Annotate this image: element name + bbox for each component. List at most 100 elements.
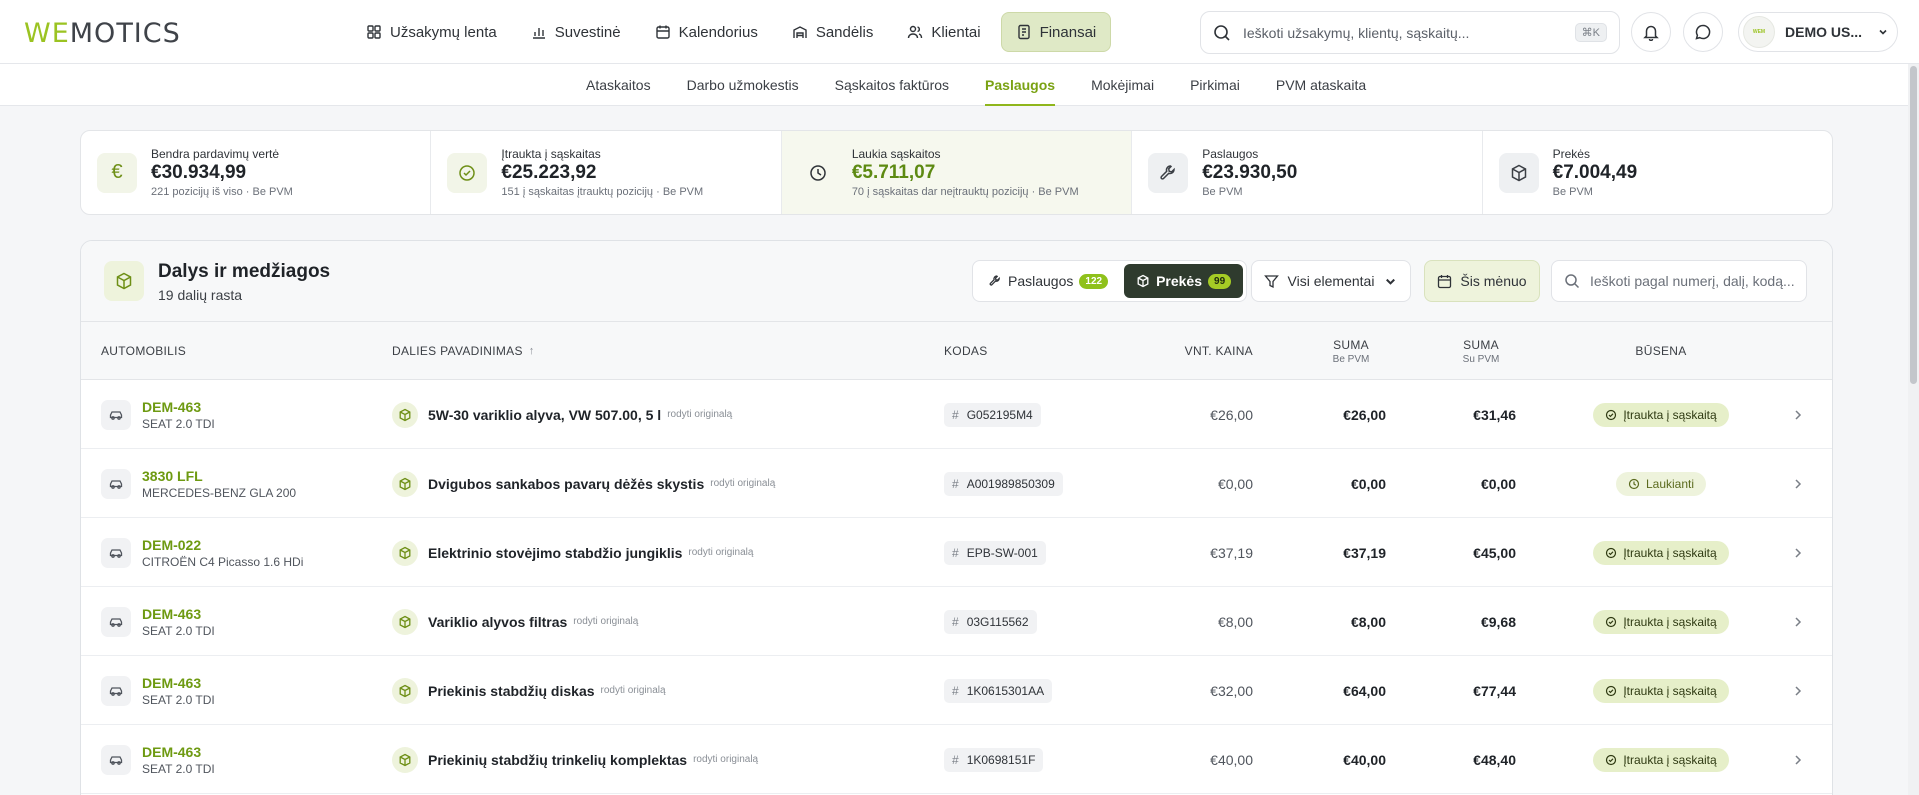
nav-item-summary[interactable]: Suvestinė: [517, 12, 635, 52]
show-original-link[interactable]: rodyti originalą: [601, 685, 666, 696]
row-open[interactable]: [1791, 449, 1805, 518]
status-label: Įtraukta į sąskaitą: [1623, 752, 1717, 767]
stat-subtext: 221 pozicijų iš viso · Be PVM: [151, 186, 293, 198]
unit-price-cell: €40,00: [1081, 725, 1253, 794]
global-search[interactable]: ⌘K: [1200, 11, 1620, 54]
filter-dropdown[interactable]: Visi elementai: [1251, 260, 1411, 302]
show-original-link[interactable]: rodyti originalą: [710, 478, 775, 489]
stat-value: €7.004,49: [1552, 162, 1638, 183]
row-open[interactable]: [1791, 587, 1805, 656]
subnav-payments[interactable]: Mokėjimai: [1073, 64, 1172, 106]
row-open[interactable]: [1791, 656, 1805, 725]
nav-item-warehouse[interactable]: Sandėlis: [778, 12, 888, 52]
col-code[interactable]: Kodas: [944, 322, 988, 380]
receipt-icon: [1016, 24, 1032, 40]
col-sum-net[interactable]: Suma Be PVM: [1321, 322, 1381, 380]
search-icon: [1214, 24, 1230, 41]
code-chip: # A001989850309: [944, 471, 1063, 496]
check-circle-icon: [1606, 754, 1617, 765]
parts-search[interactable]: [1551, 260, 1807, 302]
plate-link[interactable]: DEM-463: [142, 399, 215, 415]
toggle-goods[interactable]: Prekės 99: [1124, 264, 1244, 298]
table-row[interactable]: DEM-463 SEAT 2.0 TDI 5W-30 variklio alyva,…: [81, 380, 1832, 449]
toggle-services[interactable]: Paslaugos 122: [976, 264, 1120, 298]
subnav-invoices[interactable]: Sąskaitos faktūros: [817, 64, 967, 106]
col-car[interactable]: Automobilis: [101, 322, 186, 380]
part-cell: 5W-30 variklio alyva, VW 507.00, 5 l rody…: [392, 380, 732, 449]
col-unit-price[interactable]: Vnt. kaina: [1081, 322, 1253, 380]
show-original-link[interactable]: rodyti originalą: [693, 754, 758, 765]
show-original-link[interactable]: rodyti originalą: [688, 547, 753, 558]
col-status[interactable]: Būsena: [1601, 322, 1721, 380]
plate-link[interactable]: 3830 LFL: [142, 468, 296, 484]
stat-subtext: 70 į sąskaitas dar neįtrauktų pozicijų ·…: [851, 186, 1079, 198]
period-button[interactable]: Šis mėnuo: [1424, 260, 1540, 302]
code-cell: # EPB-SW-001: [944, 518, 1046, 587]
subnav-purchases[interactable]: Pirkimai: [1172, 64, 1258, 106]
avatar: WEM: [1743, 16, 1775, 48]
chevron-right-icon: [1795, 409, 1802, 420]
check-circle-icon: [1606, 547, 1617, 558]
car-icon: [101, 399, 131, 430]
top-navbar: WEMOTICS Užsakymų lenta Suvestinė Kalend…: [0, 0, 1919, 64]
user-menu[interactable]: WEM DEMO US...: [1738, 12, 1898, 52]
code-chip: #1K0698151F: [944, 747, 1044, 772]
subnav-services[interactable]: Paslaugos: [967, 64, 1073, 106]
brand-logo[interactable]: WEMOTICS: [24, 18, 181, 49]
row-open[interactable]: [1791, 380, 1805, 449]
chevron-right-icon: [1795, 685, 1802, 696]
search-input[interactable]: [1243, 24, 1563, 41]
sort-up-icon: ↑: [528, 345, 535, 357]
messages-button[interactable]: [1683, 12, 1723, 52]
box-icon: [392, 401, 418, 428]
part-code: EPB-SW-001: [966, 545, 1038, 560]
table-row[interactable]: DEM-022 CITROËN C4 Picasso 1.6 HDi Elektri…: [81, 518, 1832, 587]
subnav-vat-report[interactable]: PVM ataskaita: [1258, 64, 1384, 106]
scrollbar-thumb[interactable]: [1910, 66, 1917, 384]
main-nav: Užsakymų lenta Suvestinė Kalendorius San…: [352, 12, 1112, 52]
count-badge: 122: [1079, 273, 1109, 289]
part-code: A001989850309: [966, 476, 1055, 491]
parts-search-input[interactable]: [1590, 273, 1794, 289]
sum-net: €0,00: [1350, 475, 1386, 492]
subnav-reports[interactable]: Ataskaitos: [568, 64, 669, 106]
car-model: SEAT 2.0 TDI: [142, 761, 215, 776]
panel-header: Dalys ir medžiagos 19 dalių rasta Paslau…: [81, 241, 1832, 322]
nav-item-finance[interactable]: Finansai: [1000, 12, 1112, 52]
table-row[interactable]: 3830 LFL MERCEDES-BENZ GLA 200 Dvigubos sa…: [81, 449, 1832, 518]
box-icon: [392, 677, 418, 704]
filter-icon: [1263, 274, 1279, 288]
car-model: SEAT 2.0 TDI: [142, 623, 215, 638]
car-icon: [101, 537, 131, 568]
sum-gross: €0,00: [1480, 475, 1516, 492]
col-sum-gross[interactable]: Suma Su PVM: [1451, 322, 1511, 380]
plate-link[interactable]: DEM-022: [142, 537, 303, 553]
box-icon: [392, 608, 418, 635]
row-open[interactable]: [1791, 725, 1805, 794]
table-row[interactable]: DEM-463 SEAT 2.0 TDI Variklio alyvos filtr…: [81, 587, 1832, 656]
nav-item-clients[interactable]: Klientai: [893, 12, 994, 52]
row-open[interactable]: [1791, 518, 1805, 587]
plate-link[interactable]: DEM-463: [142, 675, 215, 691]
stat-value: €23.930,50: [1202, 162, 1298, 183]
status-cell: Įtraukta į sąskaitą: [1581, 380, 1741, 449]
table-row[interactable]: DEM-463 SEAT 2.0 TDI Priekinių stabdžių tr…: [81, 725, 1832, 794]
show-original-link[interactable]: rodyti originalą: [573, 616, 638, 627]
nav-item-order-board[interactable]: Užsakymų lenta: [352, 12, 511, 52]
plate-link[interactable]: DEM-463: [142, 744, 215, 760]
col-label: Kodas: [944, 344, 988, 358]
status-cell: Laukianti: [1581, 449, 1741, 518]
plate-link[interactable]: DEM-463: [142, 606, 215, 622]
status-label: Įtraukta į sąskaitą: [1623, 683, 1717, 698]
notifications-button[interactable]: [1631, 12, 1671, 52]
status-cell: Įtraukta į sąskaitą: [1581, 518, 1741, 587]
subnav-payroll[interactable]: Darbo užmokestis: [669, 64, 817, 106]
car-cell: DEM-463 SEAT 2.0 TDI: [101, 587, 215, 656]
table-row[interactable]: DEM-463 SEAT 2.0 TDI Priekinis stabdžių di…: [81, 656, 1832, 725]
col-part[interactable]: Dalies pavadinimas ↑: [392, 322, 535, 380]
nav-item-calendar[interactable]: Kalendorius: [641, 12, 772, 52]
box-icon: [392, 539, 418, 566]
show-original-link[interactable]: rodyti originalą: [667, 409, 732, 420]
col-label: Suma: [1333, 337, 1369, 352]
unit-price: €8,00: [1217, 613, 1253, 630]
